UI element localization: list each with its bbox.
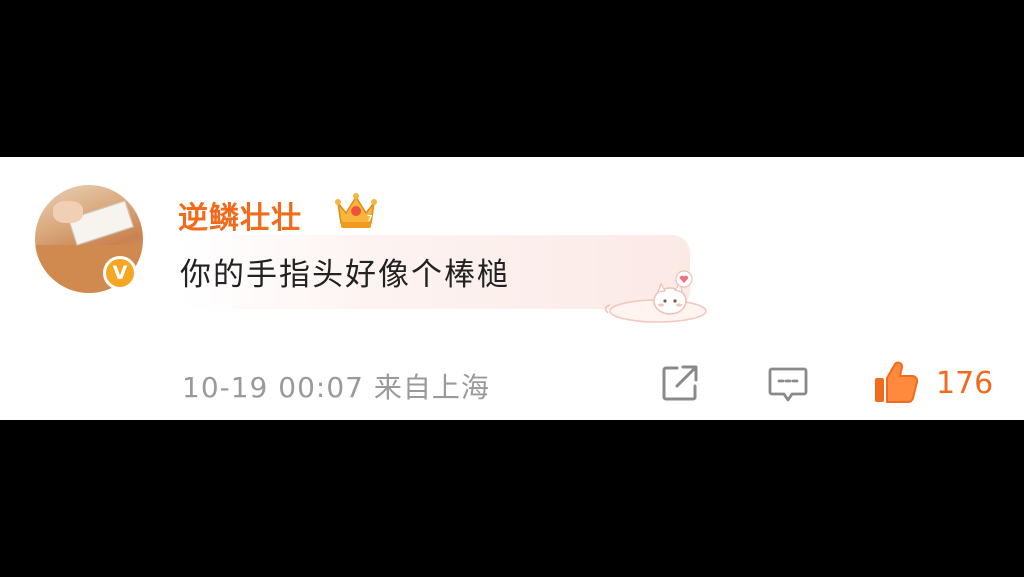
like-count: 176 bbox=[936, 366, 994, 401]
video-frame: V 逆鳞壮壮 7 你的手指头好像个棒槌 10-19 00:07 来自上海 176 bbox=[0, 0, 1024, 577]
svg-text:7: 7 bbox=[367, 214, 373, 223]
share-icon[interactable] bbox=[660, 363, 700, 403]
comment-datetime: 10-19 00:07 bbox=[182, 371, 364, 404]
comment-icon[interactable] bbox=[767, 363, 809, 405]
username[interactable]: 逆鳞壮壮 bbox=[178, 193, 302, 237]
comment-location: 来自上海 bbox=[373, 371, 490, 404]
thumbs-up-icon bbox=[875, 361, 919, 403]
comment-meta: 10-19 00:07 来自上海 bbox=[182, 366, 490, 406]
crown-icon: 7 bbox=[335, 193, 377, 228]
verified-badge-icon: V bbox=[103, 256, 137, 290]
avatar-hand bbox=[53, 201, 83, 223]
cat-sticker-icon bbox=[604, 270, 707, 323]
comment-card: V 逆鳞壮壮 7 你的手指头好像个棒槌 10-19 00:07 来自上海 176 bbox=[0, 157, 1024, 420]
comment-text: 你的手指头好像个棒槌 bbox=[180, 257, 510, 293]
